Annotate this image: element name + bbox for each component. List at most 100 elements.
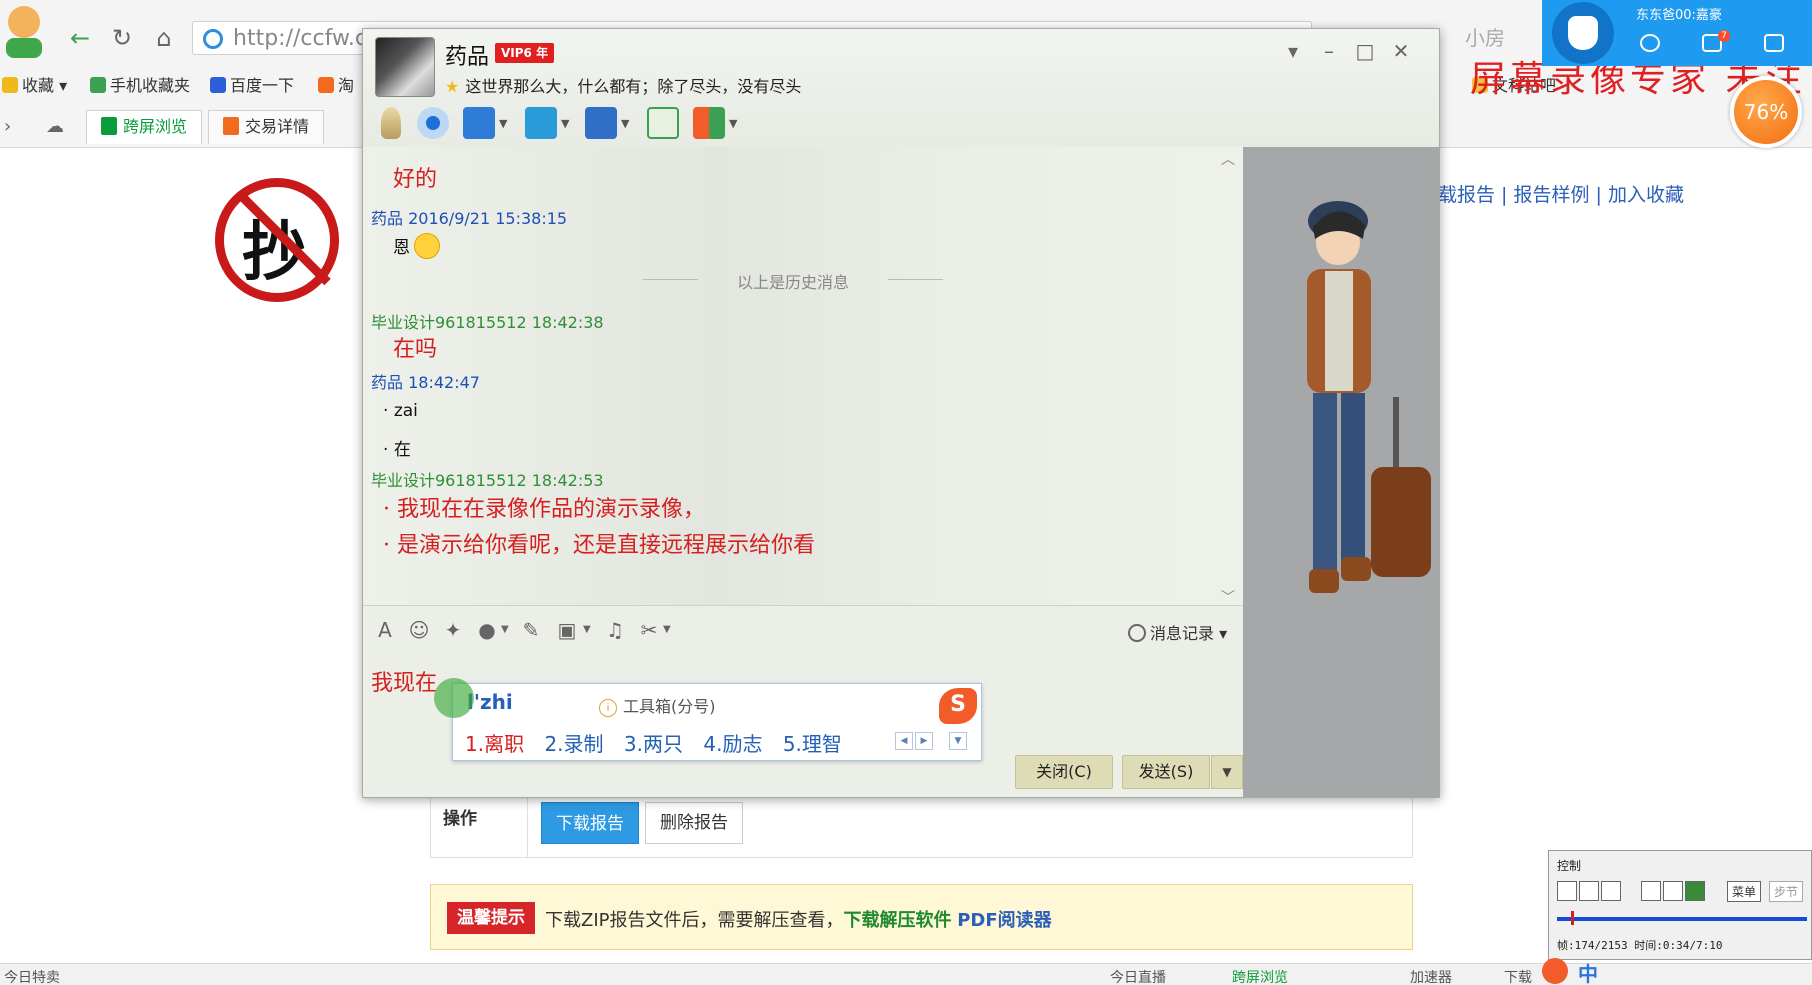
qq-notification-panel[interactable]: 东东爸00:嘉豪 7 bbox=[1542, 0, 1812, 66]
ox-mascot-icon bbox=[1552, 2, 1614, 64]
send-options-chevron-icon[interactable]: ▼ bbox=[1211, 755, 1243, 789]
record-icon[interactable] bbox=[1557, 881, 1577, 901]
scroll-down-icon[interactable]: ﹀ bbox=[1221, 587, 1235, 605]
maximize-icon[interactable]: □ bbox=[1351, 39, 1379, 63]
status-live[interactable]: 今日直播 bbox=[1110, 967, 1166, 985]
screen-share-icon[interactable] bbox=[463, 107, 495, 139]
recorder-buttons: 菜单 步节 bbox=[1557, 881, 1812, 903]
status-download[interactable]: 下载 bbox=[1504, 967, 1532, 985]
ime-toolbox[interactable]: i 工具箱(分号) bbox=[599, 693, 716, 717]
prev-page-icon[interactable]: ◀ bbox=[895, 732, 913, 750]
contact-avatar[interactable] bbox=[375, 37, 435, 97]
chevron-down-icon[interactable]: ▼ bbox=[561, 117, 569, 130]
chevron-right-icon[interactable]: › bbox=[4, 116, 11, 137]
sogou-logo-icon[interactable]: S bbox=[939, 688, 977, 724]
address-url[interactable]: http://ccfw.c bbox=[233, 26, 367, 51]
progress-track[interactable] bbox=[1557, 917, 1807, 921]
ime-candidate[interactable]: 5.理智 bbox=[783, 732, 842, 756]
bookmark-taobao[interactable]: 淘 bbox=[318, 72, 354, 96]
performance-ball[interactable]: 76% bbox=[1730, 76, 1802, 148]
pause-icon[interactable] bbox=[1601, 881, 1621, 901]
close-icon[interactable]: ✕ bbox=[1387, 39, 1415, 63]
baidu-paw-icon bbox=[210, 77, 226, 93]
chevron-down-icon[interactable]: ▼ bbox=[729, 117, 737, 130]
scissors-icon[interactable]: ✂ bbox=[637, 618, 661, 642]
voice-call-icon[interactable] bbox=[381, 107, 401, 139]
music-icon[interactable]: ♫ bbox=[603, 618, 627, 642]
chevron-down-icon[interactable]: ▾ bbox=[1279, 39, 1307, 63]
region-icon[interactable] bbox=[1641, 881, 1661, 901]
ime-candidate[interactable]: 3.两只 bbox=[624, 732, 683, 756]
tab-trade-detail[interactable]: 交易详情 bbox=[208, 110, 325, 144]
next-page-icon[interactable]: ▶ bbox=[915, 732, 933, 750]
recorder-steps-button[interactable]: 步节 bbox=[1769, 881, 1804, 902]
clock-icon[interactable] bbox=[1640, 34, 1660, 52]
emoji-icon[interactable]: ☺ bbox=[407, 618, 431, 642]
chevron-down-icon[interactable]: ▼ bbox=[501, 624, 509, 635]
refresh-icon[interactable]: ↻ bbox=[104, 22, 140, 54]
bookmark-favorites[interactable]: 收藏 ▾ bbox=[2, 72, 67, 96]
home-icon[interactable]: ⌂ bbox=[146, 22, 182, 54]
status-cross-screen[interactable]: 跨屏浏览 bbox=[1232, 967, 1288, 985]
star-icon: ★ bbox=[445, 77, 460, 96]
ime-candidate[interactable]: 2.录制 bbox=[544, 732, 603, 756]
remote-desktop-icon[interactable] bbox=[585, 107, 617, 139]
progress-knob[interactable] bbox=[1571, 911, 1574, 925]
star-icon bbox=[2, 77, 18, 93]
ime-tray[interactable]: 中 bbox=[1542, 958, 1812, 985]
minimize-icon[interactable]: – bbox=[1315, 39, 1343, 63]
stop-icon[interactable] bbox=[1579, 881, 1599, 901]
message-input[interactable]: 我现在 bbox=[371, 665, 437, 697]
fullscreen-icon[interactable] bbox=[1663, 881, 1683, 901]
pdf-reader-link[interactable]: PDF阅读器 bbox=[957, 910, 1051, 931]
ime-candidate[interactable]: 1.离职 bbox=[465, 732, 524, 756]
voice-message-icon[interactable]: ● bbox=[475, 618, 499, 642]
message-body: 在吗 bbox=[393, 337, 438, 362]
scroll-up-icon[interactable]: ︿ bbox=[1221, 149, 1235, 169]
video-call-icon[interactable] bbox=[417, 107, 449, 139]
status-speedup[interactable]: 加速器 bbox=[1410, 967, 1452, 985]
phone-icon bbox=[90, 77, 106, 93]
back-arrow-icon[interactable]: ← bbox=[62, 22, 98, 54]
chevron-down-icon[interactable]: ▼ bbox=[621, 117, 629, 130]
send-button[interactable]: 发送(S) bbox=[1122, 755, 1210, 789]
ime-pinyin: l'zhi bbox=[467, 690, 513, 714]
chevron-down-icon[interactable]: ▼ bbox=[583, 624, 591, 635]
chevron-down-icon[interactable]: ▼ bbox=[499, 117, 507, 130]
font-icon[interactable]: A bbox=[373, 618, 397, 642]
message-meta: 毕业设计961815512 18:42:53 bbox=[371, 471, 604, 490]
contact-name[interactable]: 药品 bbox=[445, 39, 489, 71]
tab-cross-screen[interactable]: 跨屏浏览 bbox=[86, 110, 203, 144]
mouse-icon[interactable] bbox=[1685, 881, 1705, 901]
unzip-software-link[interactable]: 下载解压软件 bbox=[844, 910, 952, 931]
bookmark-baidu[interactable]: 百度一下 bbox=[210, 72, 294, 96]
frame-counter: 帧:174/2153 时间:0:34/7:10 bbox=[1557, 939, 1723, 952]
expand-chevron-icon[interactable]: ▼ bbox=[949, 732, 967, 750]
close-chat-button[interactable]: 关闭(C) bbox=[1015, 755, 1113, 789]
user-avatar-icon[interactable] bbox=[0, 0, 52, 58]
recorder-menu-button[interactable]: 菜单 bbox=[1727, 881, 1762, 902]
cloud-icon[interactable]: ☁ bbox=[46, 116, 64, 137]
bookmark-mobile[interactable]: 手机收藏夹 bbox=[90, 72, 190, 96]
edit-icon[interactable]: ✎ bbox=[519, 618, 543, 642]
status-sale[interactable]: 今日特卖 bbox=[4, 967, 60, 985]
vip-badge[interactable]: VIP6 年 bbox=[495, 43, 555, 63]
download-report-button[interactable]: 下载报告 bbox=[541, 802, 639, 844]
delete-report-button[interactable]: 删除报告 bbox=[645, 802, 743, 844]
message-record-button[interactable]: 消息记录 ▾ bbox=[1128, 620, 1227, 644]
apps-grid-icon[interactable] bbox=[693, 107, 725, 139]
message-history[interactable]: ︿ 好的 药品 2016/9/21 15:38:15 恩 以上是历史消息 毕业设… bbox=[363, 147, 1243, 605]
ime-candidate[interactable]: 4.励志 bbox=[703, 732, 762, 756]
search-box-partial[interactable]: 小房 bbox=[1465, 22, 1505, 51]
shake-icon[interactable]: ✦ bbox=[441, 618, 465, 642]
message-meta: 毕业设计961815512 18:42:38 bbox=[371, 313, 604, 332]
image-icon[interactable]: ▣ bbox=[555, 618, 579, 642]
calendar-icon[interactable] bbox=[1764, 34, 1784, 52]
chevron-down-icon[interactable]: ▼ bbox=[663, 624, 671, 635]
file-transfer-icon[interactable] bbox=[525, 107, 557, 139]
qq-show-character bbox=[1307, 201, 1431, 593]
new-discussion-icon[interactable] bbox=[647, 107, 679, 139]
top-links[interactable]: 载报告 | 报告样例 | 加入收藏 bbox=[1438, 180, 1684, 207]
chat-toolbar: ▼ ▼ ▼ ▼ bbox=[375, 105, 875, 145]
message-meta: 药品 2016/9/21 15:38:15 bbox=[371, 209, 568, 228]
